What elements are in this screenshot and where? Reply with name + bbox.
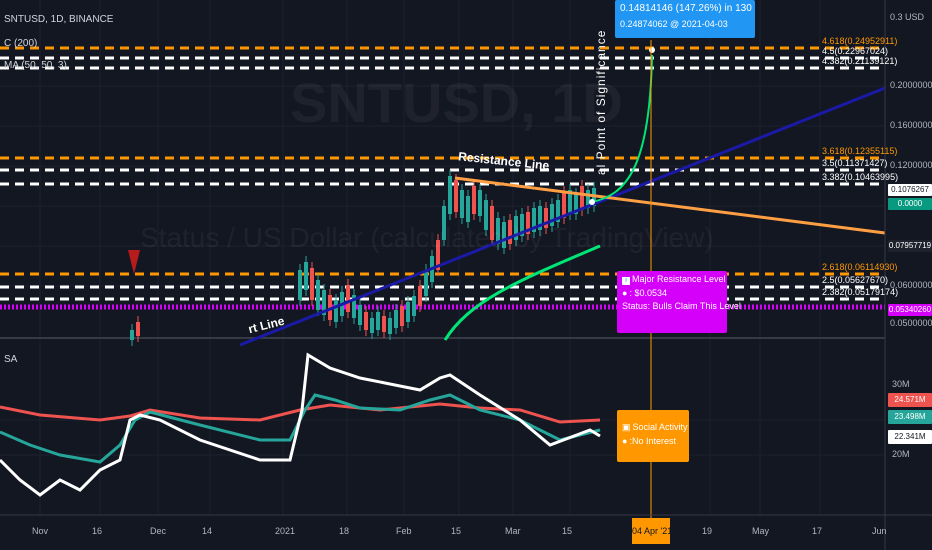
sub-pane-tag: 24.571M <box>888 393 932 407</box>
candle-body <box>382 316 386 332</box>
time-axis-label: 16 <box>92 526 103 536</box>
candle-body <box>400 306 404 326</box>
time-axis-label: Dec <box>150 526 167 536</box>
candle-body <box>454 180 458 212</box>
target-callout-change: 0.14814146 (147.26%) in 130 <box>620 3 752 14</box>
price-axis-label: 0.3 USD <box>890 12 925 22</box>
bear-icon: ● <box>622 436 628 446</box>
indicator-c[interactable]: C (200) <box>4 38 37 49</box>
candle-body <box>388 318 392 334</box>
point-of-significance-label: al Point of Significance <box>594 29 608 175</box>
candle-body <box>478 190 482 216</box>
time-axis-label: 18 <box>339 526 350 536</box>
time-axis-label: Mar <box>505 526 521 536</box>
candle-body <box>130 330 134 340</box>
candle-body <box>424 270 428 296</box>
time-axis-label: Jun <box>872 526 887 536</box>
candle-body <box>466 196 470 222</box>
target-callout-price: 0.24874062 @ 2021-04-03 <box>620 19 728 29</box>
social-activity-status: ●:No Interest <box>622 436 676 446</box>
candle-body <box>334 300 338 322</box>
price-axis-label: 0.20000000 <box>890 80 932 90</box>
sub-axis-label-20m: 20M <box>892 449 910 459</box>
watermark-name: Status / US Dollar (calculated by Tradin… <box>140 222 714 253</box>
price-axis-label: 0.12000000 <box>890 160 932 170</box>
sa-white-line <box>0 352 601 497</box>
watermark-symbol: SNTUSD, 1D <box>290 71 623 134</box>
time-axis-label: 2021 <box>275 526 296 536</box>
candle-body <box>406 302 410 322</box>
moving-average-line <box>443 244 601 341</box>
fib-level-label: 4.618(0.24952911) <box>822 36 898 46</box>
time-axis-label: 17 <box>812 526 823 536</box>
candle-body <box>412 296 416 316</box>
time-axis-label: May <box>752 526 770 536</box>
time-axis-label: 15 <box>451 526 462 536</box>
price-tag: 0.0000 <box>888 198 932 210</box>
projection-target-dot <box>649 47 655 53</box>
fib-level-label: 3.5(0.11371427) <box>822 158 888 168</box>
fib-level-label: 2.5(0.05627670) <box>822 275 889 285</box>
fib-level-label: 4.5(0.22967024) <box>822 46 889 56</box>
chat-icon: ▣ <box>622 422 631 432</box>
social-activity-callout[interactable]: ▣ Social Activity ●:No Interest <box>617 410 689 462</box>
time-cursor-label: 04 Apr '21 <box>632 518 670 544</box>
social-activity-title: ▣ Social Activity <box>622 422 688 432</box>
candle-body <box>358 305 362 325</box>
fib-level-label: 4.382(0.21139121) <box>822 56 898 66</box>
candle-body <box>316 280 320 310</box>
time-axis-label: Feb <box>396 526 412 536</box>
fib-level-label: 3.382(0.10463995) <box>822 172 899 182</box>
candle-body <box>394 310 398 328</box>
fib-level-label: 2.618(0.06114930) <box>822 262 898 272</box>
candle-body <box>310 268 314 300</box>
candle-body <box>346 285 350 312</box>
bear-icon: ● <box>622 288 628 298</box>
projection-start-dot <box>589 199 595 205</box>
candle-body <box>448 176 452 214</box>
info-icon: i <box>622 277 630 285</box>
sub-pane-tag: 23.498M <box>888 410 932 424</box>
price-axis-label: 0.06000000 <box>890 280 932 290</box>
candle-body <box>136 322 140 336</box>
chart-stage: SNTUSD, 1D Status / US Dollar (calculate… <box>0 0 932 550</box>
candles <box>130 170 596 346</box>
resistance-callout-price: ●: $0.0534 <box>622 288 667 298</box>
target-callout[interactable]: 0.14814146 (147.26%) in 130 0.24874062 @… <box>615 0 755 38</box>
resistance-callout-status: Status: Bulls Claim This Level <box>622 301 741 311</box>
symbol-info[interactable]: SNTUSD, 1D, BINANCE <box>4 14 113 25</box>
resistance-callout[interactable]: i Major Resistance Level ●: $0.0534 Statu… <box>617 271 741 333</box>
time-axis-label: 19 <box>702 526 713 536</box>
sa-teal-line <box>0 393 601 464</box>
price-tag: 0.07957719 <box>888 240 932 252</box>
candle-body <box>460 190 464 218</box>
sub-pane-tag: 22.341M <box>888 430 932 444</box>
sell-signal-arrow <box>128 250 140 274</box>
indicator-ma[interactable]: MA (50, 50, 3) <box>4 60 67 71</box>
fib-level-label: 2.382(0.05179174) <box>822 287 899 297</box>
price-axis-label: 0.16000000 <box>890 120 932 130</box>
candle-body <box>364 312 368 330</box>
time-axis-label: 14 <box>202 526 213 536</box>
price-tag: 0.1076267 <box>888 184 932 196</box>
time-axis-label: 15 <box>562 526 573 536</box>
price-tag: 0.05340260 <box>888 304 932 316</box>
time-axis-label: Nov <box>32 526 49 536</box>
candle-body <box>418 286 422 306</box>
sub-axis-label-30m: 30M <box>892 379 910 389</box>
candle-body <box>298 270 302 300</box>
candle-body <box>376 312 380 330</box>
candle-body <box>580 186 584 210</box>
candle-body <box>304 262 308 290</box>
price-axis-label: 0.05000000 <box>890 318 932 328</box>
candle-body <box>472 186 476 214</box>
sub-pane-label[interactable]: SA <box>4 354 17 365</box>
candle-body <box>370 318 374 333</box>
fib-level-label: 3.618(0.12355115) <box>822 146 898 156</box>
resistance-callout-title: i Major Resistance Level <box>622 274 726 285</box>
